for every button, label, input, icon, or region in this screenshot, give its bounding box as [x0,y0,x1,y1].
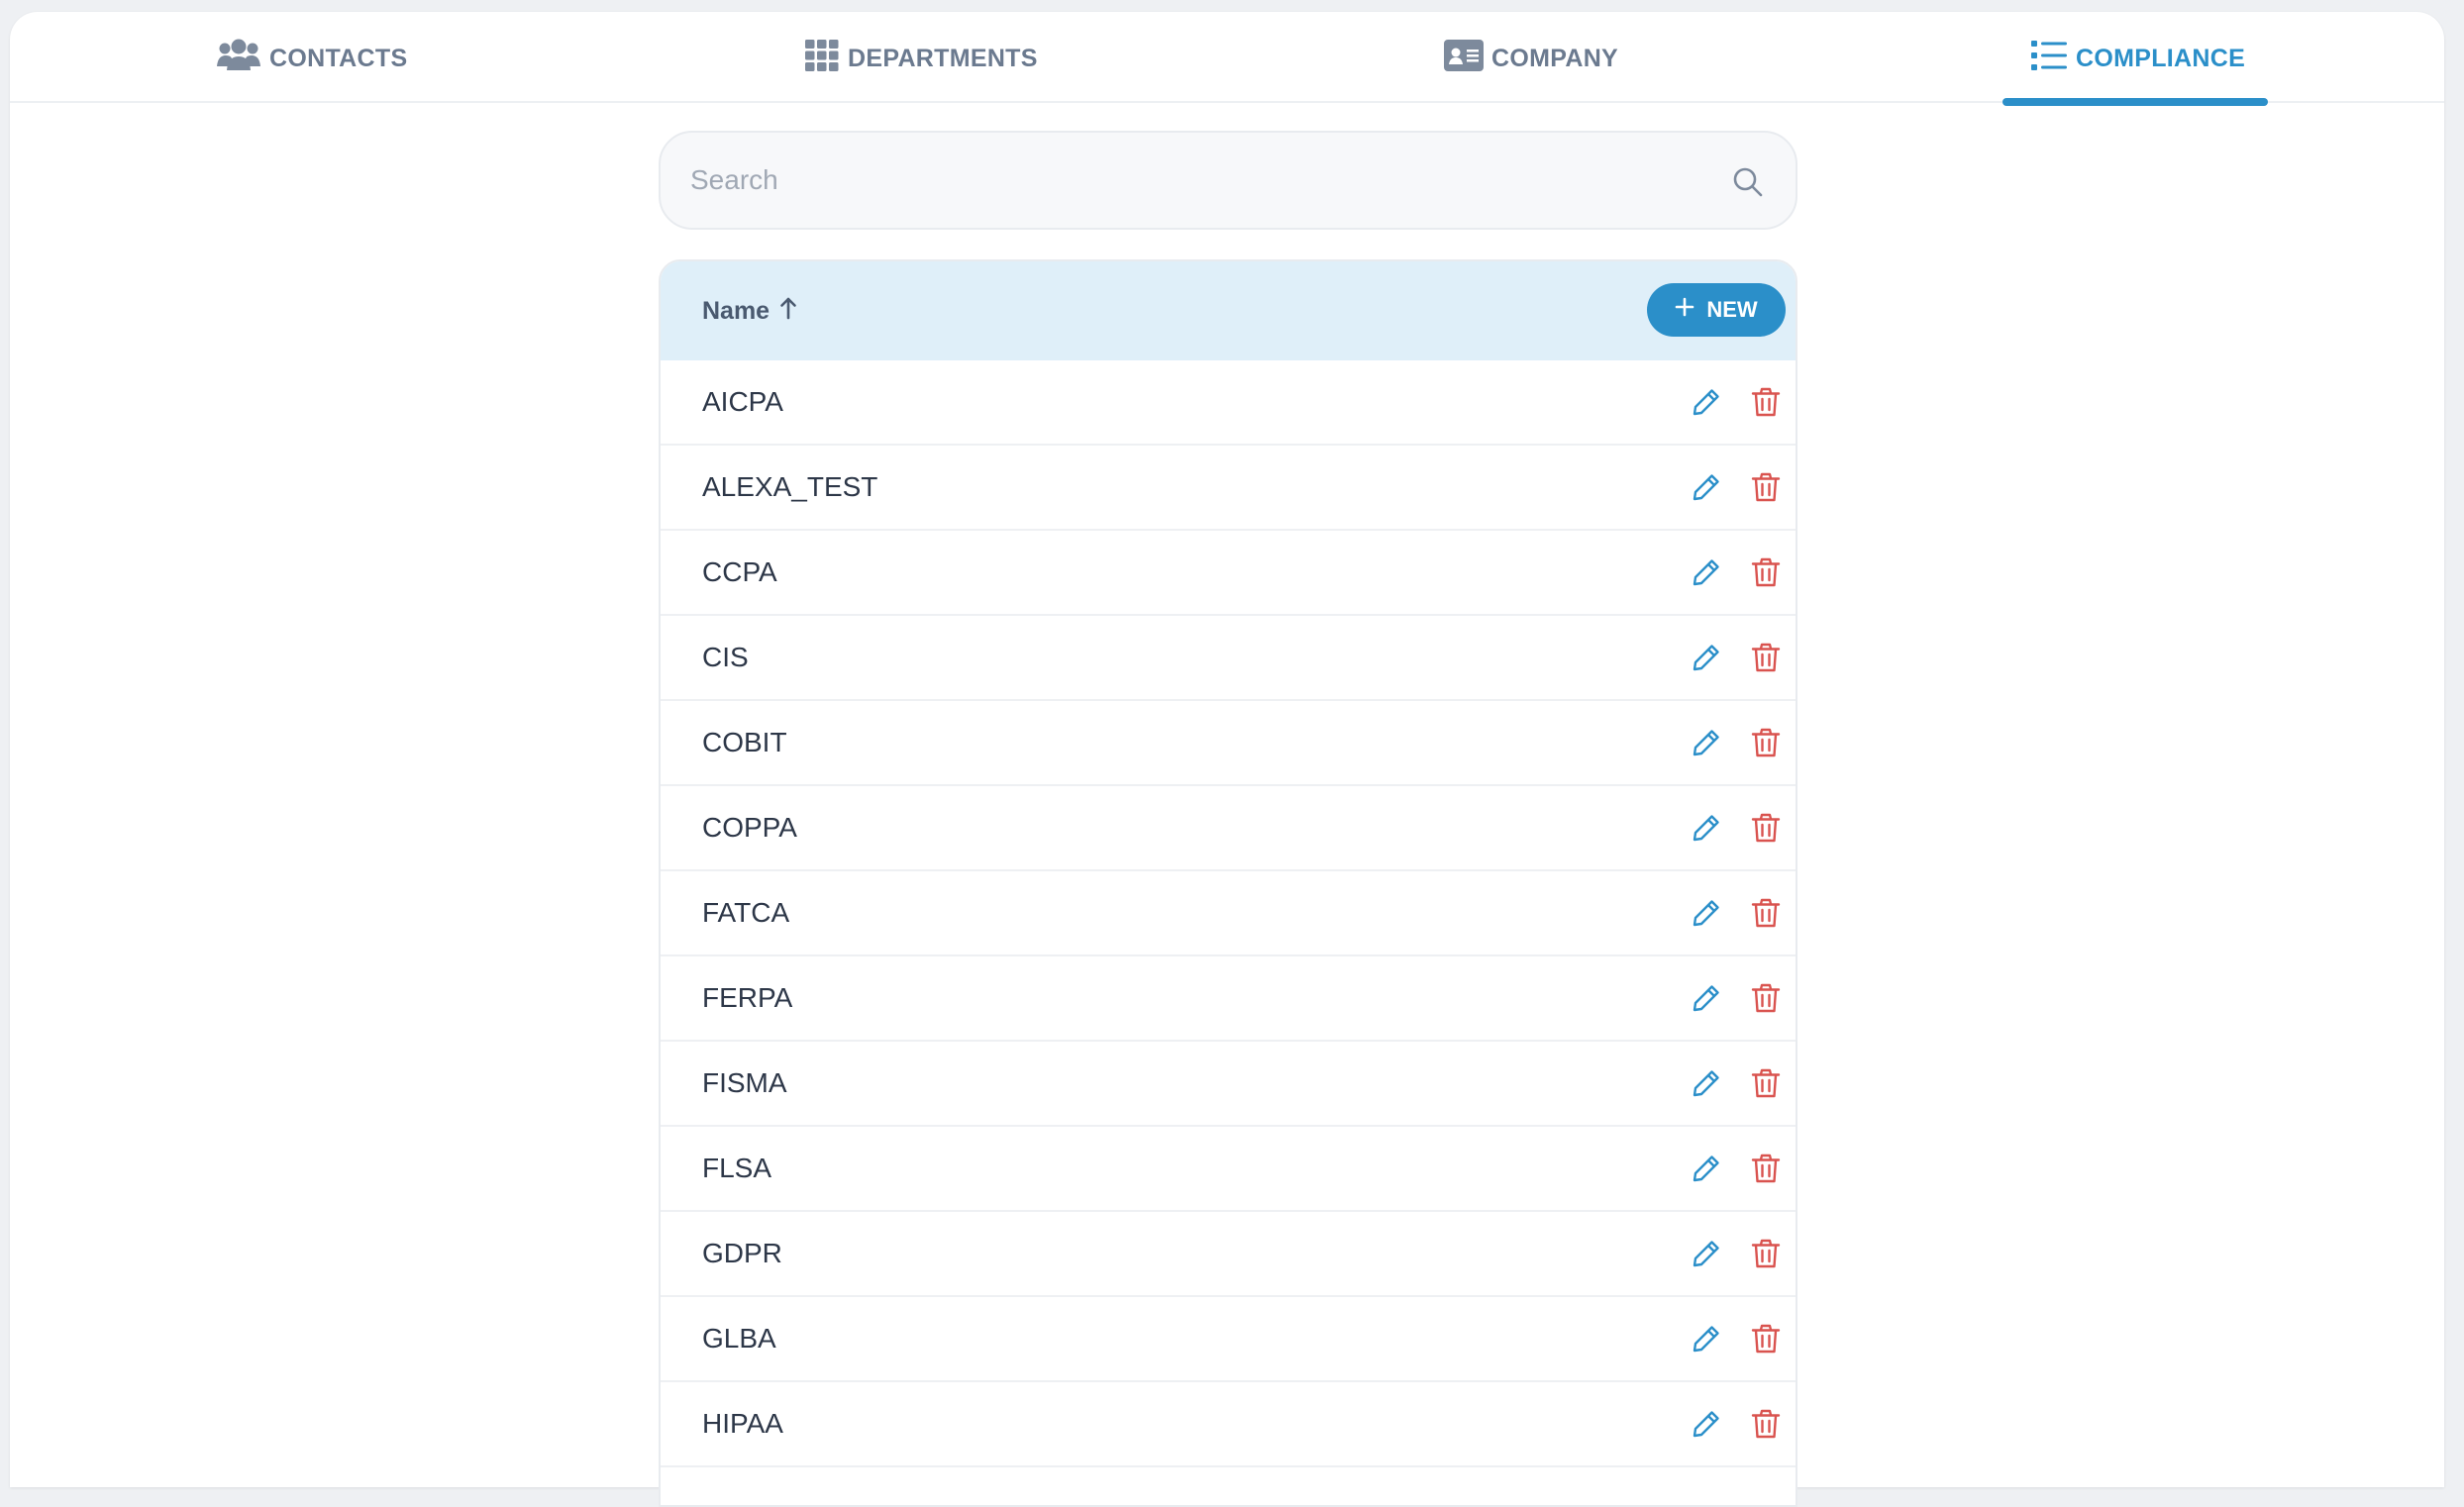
search-bar [659,131,1797,230]
table-row[interactable]: GDPR [661,1212,1796,1297]
trash-icon[interactable] [1750,1323,1782,1355]
active-tab-indicator [2002,98,2268,106]
pencil-icon[interactable] [1691,1153,1722,1184]
search-icon[interactable] [1732,166,1764,198]
tab-bar: CONTACTS DEPARTMENTS COMPANY COMPLIANCE [10,12,2444,106]
list-icon [2030,39,2076,79]
grid-icon [804,39,848,79]
table-row[interactable]: COBIT [661,701,1796,786]
pencil-icon[interactable] [1691,1323,1722,1355]
row-name: FISMA [702,1067,787,1098]
table-row[interactable]: CCPA [661,531,1796,616]
tab-company[interactable]: COMPANY [1444,36,1618,81]
row-name: COPPA [702,812,797,843]
row-name: GLBA [702,1323,776,1354]
tab-compliance[interactable]: COMPLIANCE [2030,36,2245,81]
table-row[interactable]: CIS [661,616,1796,701]
tab-label: COMPLIANCE [2076,44,2246,72]
row-name: FATCA [702,897,790,928]
arrow-up-icon [770,296,797,327]
pencil-icon[interactable] [1691,897,1722,929]
pencil-icon[interactable] [1691,1408,1722,1440]
table-header: Name NEW [661,261,1796,360]
pencil-icon[interactable] [1691,642,1722,673]
row-name: COBIT [702,727,787,757]
compliance-table: Name NEW AICPA ALEXA_TEST CCPA CIS COBIT… [659,259,1797,1507]
trash-icon[interactable] [1750,727,1782,758]
tab-label: COMPANY [1491,44,1619,72]
tab-departments[interactable]: DEPARTMENTS [804,36,1038,81]
users-icon [216,39,269,79]
row-name: AICPA [702,386,783,417]
trash-icon[interactable] [1750,386,1782,418]
table-row[interactable]: AICPA [661,360,1796,446]
row-name: ALEXA_TEST [702,471,878,502]
new-button[interactable]: NEW [1647,283,1786,337]
table-row[interactable]: ALEXA_TEST [661,446,1796,531]
trash-icon[interactable] [1750,1408,1782,1440]
id-card-icon [1444,39,1491,78]
pencil-icon[interactable] [1691,982,1722,1014]
pencil-icon[interactable] [1691,386,1722,418]
trash-icon[interactable] [1750,556,1782,588]
column-label: Name [702,296,770,325]
tab-label: CONTACTS [269,44,408,72]
trash-icon[interactable] [1750,642,1782,673]
table-row[interactable]: GLBA [661,1297,1796,1382]
pencil-icon[interactable] [1691,556,1722,588]
trash-icon[interactable] [1750,982,1782,1014]
row-name: HIPAA [702,1408,783,1439]
row-name: CIS [702,642,749,672]
trash-icon[interactable] [1750,812,1782,844]
trash-icon[interactable] [1750,1153,1782,1184]
table-body: AICPA ALEXA_TEST CCPA CIS COBIT COPPA FA… [661,360,1796,1467]
row-name: FLSA [702,1153,772,1183]
new-button-label: NEW [1706,297,1758,322]
pencil-icon[interactable] [1691,727,1722,758]
trash-icon[interactable] [1750,1238,1782,1269]
row-name: CCPA [702,556,777,587]
table-row[interactable]: FATCA [661,871,1796,956]
tab-contacts[interactable]: CONTACTS [216,36,407,81]
trash-icon[interactable] [1750,1067,1782,1099]
pencil-icon[interactable] [1691,1067,1722,1099]
tab-label: DEPARTMENTS [848,44,1038,72]
plus-icon [1675,297,1706,323]
row-name: FERPA [702,982,793,1013]
table-row[interactable]: FERPA [661,956,1796,1042]
pencil-icon[interactable] [1691,812,1722,844]
app-window: CONTACTS DEPARTMENTS COMPANY COMPLIANCE … [10,12,2444,1507]
pencil-icon[interactable] [1691,1238,1722,1269]
trash-icon[interactable] [1750,471,1782,503]
table-row[interactable]: COPPA [661,786,1796,871]
name-column-header[interactable]: Name [702,261,797,360]
table-row[interactable]: FISMA [661,1042,1796,1127]
table-row[interactable]: HIPAA [661,1382,1796,1467]
row-name: GDPR [702,1238,782,1268]
search-input[interactable] [690,133,1700,228]
pencil-icon[interactable] [1691,471,1722,503]
table-row[interactable]: FLSA [661,1127,1796,1212]
trash-icon[interactable] [1750,897,1782,929]
